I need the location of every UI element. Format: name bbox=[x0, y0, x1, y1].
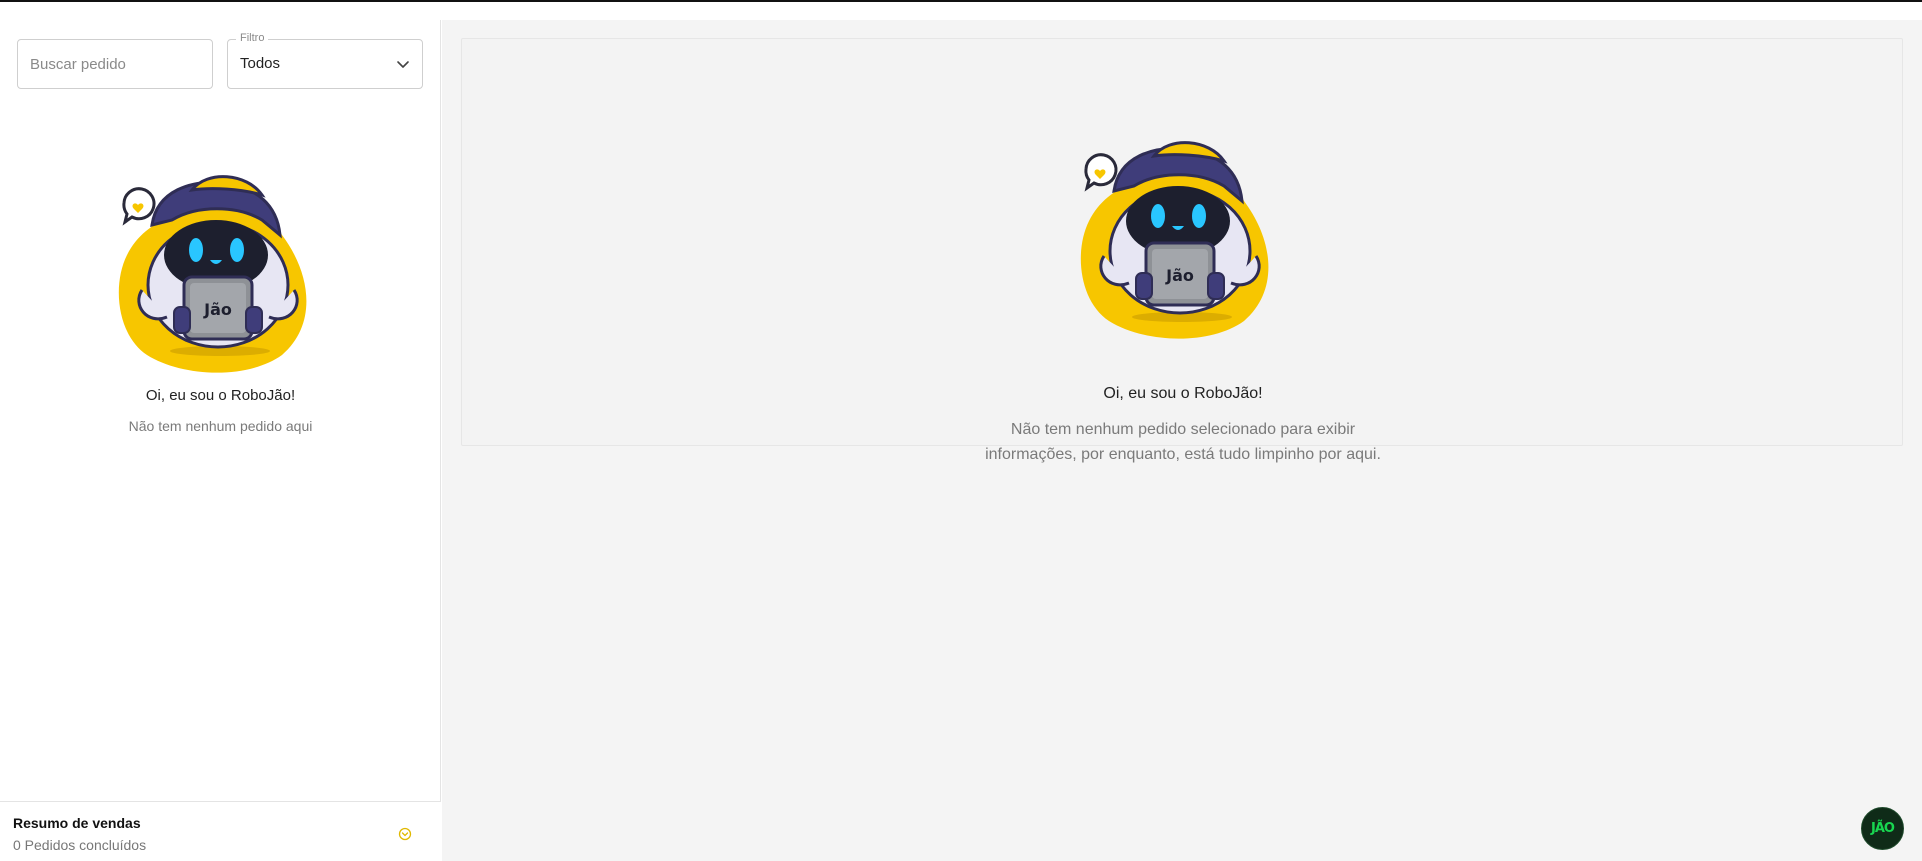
filter-label: Filtro bbox=[236, 32, 269, 44]
robojao-mascot-icon: Jão bbox=[1080, 141, 1269, 339]
svg-text:Jão: Jão bbox=[203, 300, 232, 319]
svg-text:Jão: Jão bbox=[1165, 266, 1194, 285]
search-order-input[interactable] bbox=[17, 39, 213, 89]
empty-state-subtitle: Não tem nenhum pedido aqui bbox=[128, 418, 313, 434]
completed-orders-count: 0 Pedidos concluídos bbox=[13, 837, 147, 853]
details-empty-title: Oi, eu sou o RoboJão! bbox=[1103, 385, 1263, 402]
top-bar bbox=[0, 0, 1922, 20]
sales-summary-title: Resumo de vendas bbox=[13, 815, 141, 831]
filter-selected-value: Todos bbox=[240, 55, 281, 72]
filter-select[interactable]: Filtro Todos bbox=[227, 32, 423, 89]
details-empty-subtitle: Não tem nenhum pedido selecionado para e… bbox=[985, 421, 1381, 463]
robojao-mascot-icon: Jão bbox=[118, 175, 307, 373]
chevron-circle-icon[interactable] bbox=[398, 827, 412, 841]
empty-state-title: Oi, eu sou o RoboJão! bbox=[145, 387, 296, 404]
orders-sidebar: Filtro Todos Jão Oi, eu sou o RoboJão! N… bbox=[0, 20, 441, 861]
chevron-down-icon bbox=[397, 61, 409, 68]
sales-summary[interactable]: Resumo de vendas 0 Pedidos concluídos bbox=[0, 801, 441, 861]
jao-logo-button[interactable]: JÃO bbox=[1861, 807, 1904, 850]
jao-logo-icon: JÃO bbox=[1871, 821, 1895, 836]
